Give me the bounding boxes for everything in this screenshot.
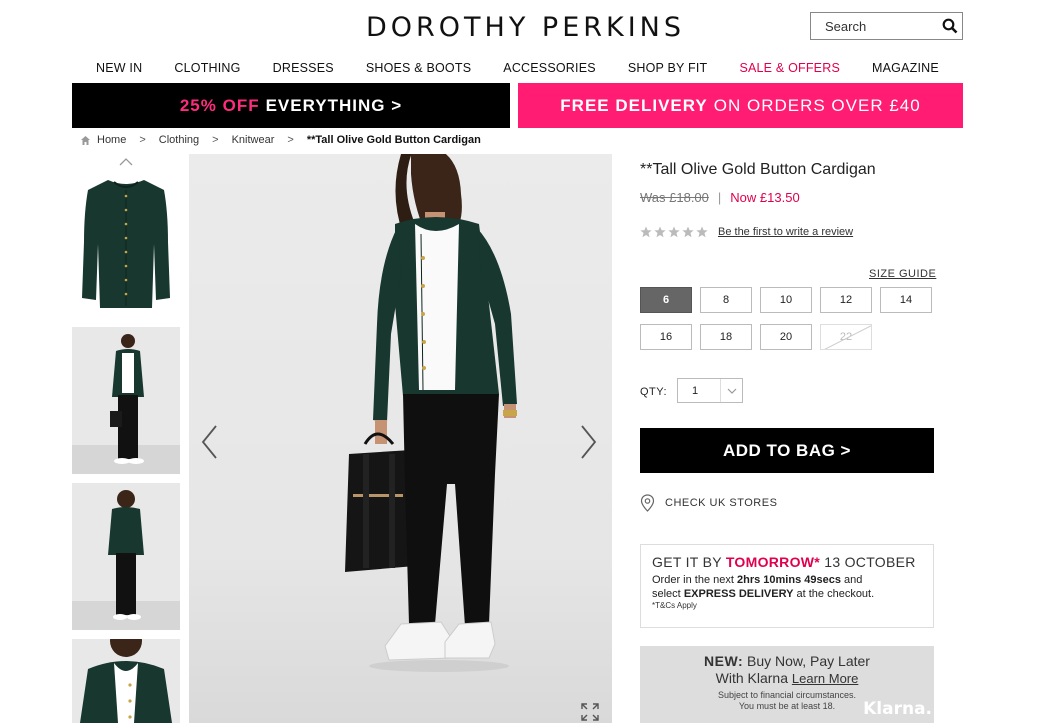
klarna-line1-text: Buy Now, Pay Later [747, 653, 870, 669]
delivery-tomorrow: TOMORROW* [725, 554, 821, 570]
star-icon [682, 226, 694, 238]
promo-delivery-text: ON ORDERS OVER £40 [713, 95, 921, 115]
chevron-down-icon[interactable] [720, 379, 742, 402]
search-box[interactable]: Search [810, 12, 963, 40]
nav-accessories[interactable]: ACCESSORIES [503, 61, 596, 75]
model-back-image [72, 490, 180, 630]
klarna-line1: NEW: Buy Now, Pay Later [640, 653, 934, 670]
size-option-16[interactable]: 16 [640, 324, 692, 350]
was-price: Was £18.00 [640, 190, 709, 205]
delivery-info: GET IT BY TOMORROW* 13 OCTOBER Order in … [640, 544, 934, 628]
home-icon [81, 135, 90, 145]
chevron-up-icon[interactable] [118, 157, 134, 167]
thumbnail-model-back[interactable] [72, 483, 180, 630]
chevron-right-icon[interactable] [578, 422, 600, 462]
klarna-logo: Klarna. [863, 699, 932, 719]
delivery-get-it-by: GET IT BY [652, 554, 722, 570]
delivery-line2-post: at the checkout. [796, 588, 875, 600]
thumbnail-model-front[interactable] [72, 327, 180, 474]
product-title: **Tall Olive Gold Button Cardigan [640, 161, 876, 178]
delivery-line1-pre: Order in the next [652, 574, 734, 586]
price-separator: | [717, 190, 722, 205]
star-rating [640, 226, 708, 238]
now-price: Now £13.50 [730, 190, 800, 205]
delivery-countdown: Order in the next 2hrs 10mins 49secs and… [652, 573, 922, 601]
size-option-8[interactable]: 8 [700, 287, 752, 313]
klarna-line2-text: With Klarna [715, 670, 788, 686]
size-guide-link[interactable]: SIZE GUIDE [869, 268, 936, 280]
cardigan-flat-image [82, 180, 170, 308]
delivery-line2-pre: select [652, 588, 681, 600]
chevron-left-icon[interactable] [198, 422, 220, 462]
size-option-6[interactable]: 6 [640, 287, 692, 313]
delivery-line1-post: and [844, 574, 863, 586]
expand-icon[interactable] [580, 702, 600, 722]
breadcrumb-home[interactable]: Home [97, 134, 126, 146]
location-pin-icon [640, 494, 655, 512]
promo-delivery-highlight: FREE DELIVERY [560, 95, 708, 115]
size-option-18[interactable]: 18 [700, 324, 752, 350]
breadcrumb-current: **Tall Olive Gold Button Cardigan [306, 134, 481, 146]
model-photo [345, 154, 517, 672]
main-product-image[interactable] [189, 154, 612, 723]
qty-label: QTY: [640, 386, 668, 398]
add-to-bag-button[interactable]: ADD TO BAG > [640, 428, 934, 473]
main-nav: NEW IN CLOTHING DRESSES SHOES & BOOTS AC… [72, 56, 963, 80]
promo-discount-highlight: 25% OFF [179, 95, 260, 115]
delivery-date: 13 OCTOBER [824, 554, 916, 570]
nav-sale-offers[interactable]: SALE & OFFERS [739, 61, 840, 75]
write-review-link[interactable]: Be the first to write a review [718, 226, 853, 238]
size-selector: 6 8 10 12 14 16 18 20 22 [640, 287, 934, 350]
star-icon [640, 226, 652, 238]
star-icon [654, 226, 666, 238]
nav-magazine[interactable]: MAGAZINE [872, 61, 939, 75]
check-stores-label: CHECK UK STORES [665, 497, 778, 509]
breadcrumb-separator: > [139, 134, 146, 146]
size-option-10[interactable]: 10 [760, 287, 812, 313]
model-image [72, 334, 180, 474]
delivery-terms[interactable]: *T&Cs Apply [652, 601, 922, 610]
breadcrumb-separator: > [287, 134, 294, 146]
nav-shop-by-fit[interactable]: SHOP BY FIT [628, 61, 708, 75]
klarna-line2: With Klarna Learn More [640, 670, 934, 687]
rating: Be the first to write a review [640, 226, 853, 238]
breadcrumb-clothing[interactable]: Clothing [159, 134, 199, 146]
size-option-20[interactable]: 20 [760, 324, 812, 350]
klarna-banner[interactable]: NEW: Buy Now, Pay Later With Klarna Lear… [640, 646, 934, 723]
klarna-learn-more-link[interactable]: Learn More [792, 671, 858, 686]
size-option-14[interactable]: 14 [880, 287, 932, 313]
nav-shoes-boots[interactable]: SHOES & BOOTS [366, 61, 471, 75]
search-input[interactable]: Search [825, 19, 938, 34]
search-icon[interactable] [938, 14, 962, 38]
promo-banner-delivery[interactable]: FREE DELIVERY ON ORDERS OVER £40 [518, 83, 963, 128]
thumbnail-closeup[interactable] [72, 639, 180, 723]
promo-banner-discount[interactable]: 25% OFF EVERYTHING > [72, 83, 510, 128]
nav-new-in[interactable]: NEW IN [96, 61, 142, 75]
delivery-express: EXPRESS DELIVERY [683, 588, 794, 600]
size-option-22-unavailable: 22 [820, 324, 872, 350]
size-option-12[interactable]: 12 [820, 287, 872, 313]
breadcrumb: Home > Clothing > Knitwear > **Tall Oliv… [80, 134, 481, 146]
nav-clothing[interactable]: CLOTHING [174, 61, 240, 75]
qty-value: 1 [692, 384, 699, 397]
delivery-heading: GET IT BY TOMORROW* 13 OCTOBER [652, 554, 922, 570]
qty-select[interactable]: 1 [677, 378, 743, 403]
promo-discount-text: EVERYTHING > [265, 95, 403, 115]
nav-dresses[interactable]: DRESSES [273, 61, 334, 75]
check-stores-link[interactable]: CHECK UK STORES [640, 494, 777, 512]
thumbnail-front[interactable] [72, 172, 180, 319]
star-icon [696, 226, 708, 238]
klarna-new-label: NEW: [704, 653, 744, 669]
breadcrumb-separator: > [212, 134, 219, 146]
delivery-countdown-time: 2hrs 10mins 49secs [737, 574, 841, 586]
breadcrumb-knitwear[interactable]: Knitwear [232, 134, 275, 146]
star-icon [668, 226, 680, 238]
closeup-image [80, 639, 172, 723]
product-price: Was £18.00 | Now £13.50 [640, 190, 800, 205]
